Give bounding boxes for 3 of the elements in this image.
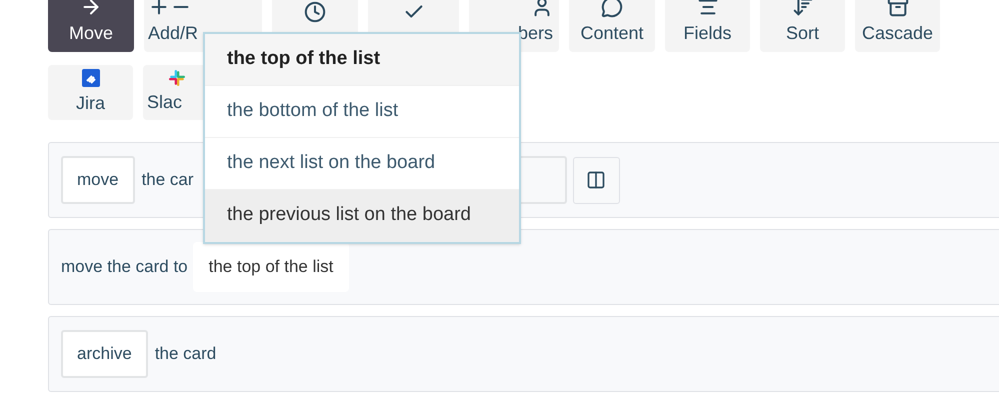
rule-text: move the card to [61, 256, 188, 278]
rule-text: the card [154, 343, 216, 366]
rule-text: the car [142, 169, 194, 192]
